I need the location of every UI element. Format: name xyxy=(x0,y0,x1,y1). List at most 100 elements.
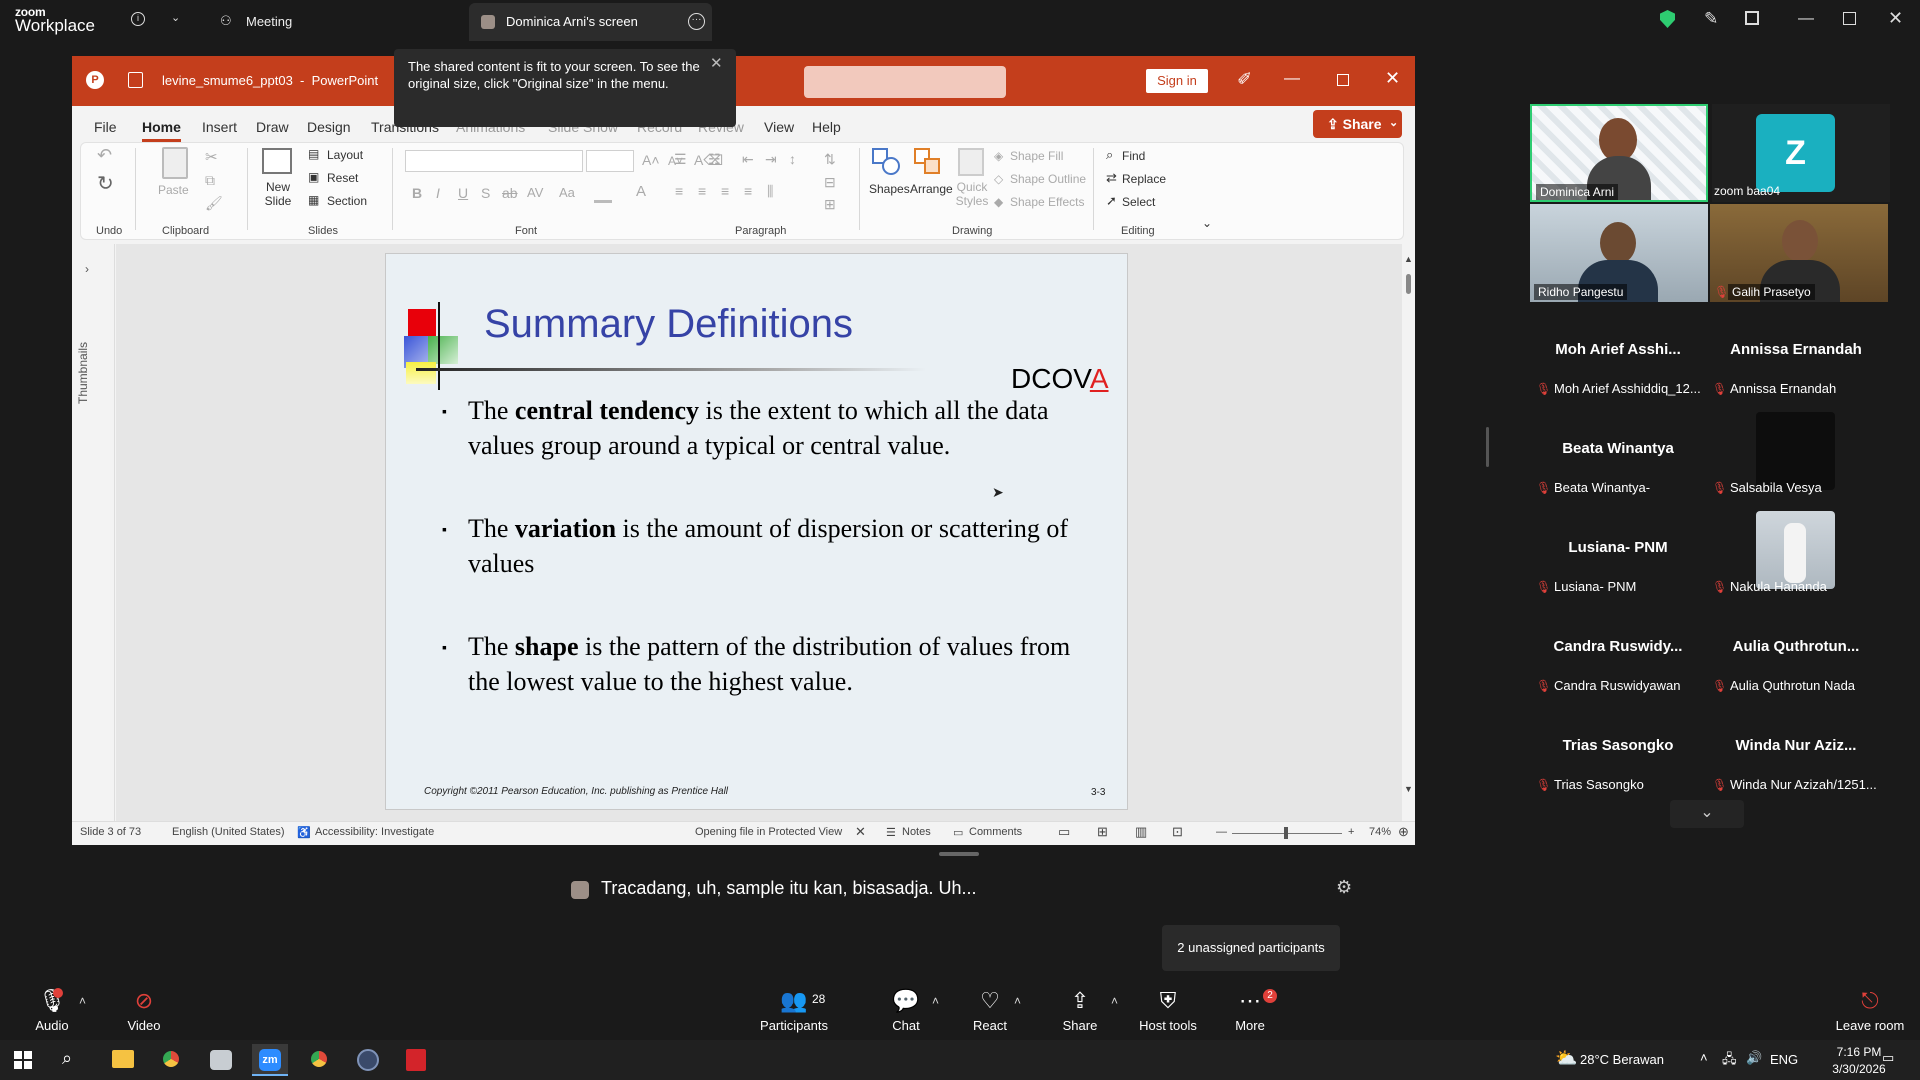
chevron-up-icon[interactable]: ˄ xyxy=(1111,994,1118,1008)
notification-icon[interactable]: ▭ xyxy=(1882,1050,1894,1066)
search-box[interactable] xyxy=(804,66,1006,98)
comments-button[interactable]: Comments xyxy=(969,826,1022,838)
tab-help[interactable]: Help xyxy=(812,119,841,135)
share-button[interactable]: ⇪ Share ⌄ xyxy=(1313,110,1402,138)
video-tile-zoom-baa04[interactable]: Z zoom baa04 xyxy=(1712,104,1890,202)
tab-draw[interactable]: Draw xyxy=(256,119,289,135)
chevron-down-icon[interactable]: ⌄ xyxy=(171,11,180,24)
leave-icon[interactable]: ⎋ xyxy=(1830,988,1910,1014)
justify-icon[interactable]: ≡ xyxy=(744,183,752,199)
chevron-right-icon[interactable]: › xyxy=(85,262,89,276)
format-painter-icon[interactable]: 🖌 xyxy=(205,195,223,212)
collapse-ribbon-icon[interactable]: ⌄ xyxy=(1202,216,1212,230)
audio-button[interactable]: Audio xyxy=(12,1018,92,1033)
leave-room-button[interactable]: Leave room xyxy=(1830,1018,1910,1033)
char-spacing-icon[interactable]: AV xyxy=(527,185,543,200)
weather-text[interactable]: 28°C Berawan xyxy=(1580,1052,1664,1067)
notes-button[interactable]: Notes xyxy=(902,826,931,838)
paste-icon[interactable] xyxy=(162,147,188,179)
bullets-icon[interactable]: ☰ xyxy=(674,151,687,168)
vertical-scrollbar[interactable]: ▲ ▼ xyxy=(1402,244,1415,821)
slide[interactable]: Summary Definitions DCOVA ▪ The central … xyxy=(385,253,1128,810)
reset-button[interactable]: Reset xyxy=(327,171,358,185)
decrease-indent-icon[interactable]: ⇤ xyxy=(742,151,754,168)
change-case-icon[interactable]: Aa xyxy=(559,185,575,200)
react-button[interactable]: React xyxy=(950,1018,1030,1033)
quick-styles-button[interactable]: Quick Styles xyxy=(952,180,992,208)
share-button[interactable]: Share xyxy=(1040,1018,1120,1033)
maximize-icon[interactable] xyxy=(1843,12,1856,25)
video-tile-ridho-pangestu[interactable]: Ridho Pangestu xyxy=(1530,204,1708,302)
align-right-icon[interactable]: ≡ xyxy=(721,183,729,199)
redo-icon[interactable]: ↻ xyxy=(97,171,114,196)
video-tile-dominica-arni[interactable]: Dominica Arni xyxy=(1530,104,1708,202)
highlight-icon[interactable] xyxy=(594,200,612,203)
layout-button[interactable]: Layout xyxy=(327,148,363,162)
font-size-input[interactable] xyxy=(586,150,634,172)
shape-effects-button[interactable]: Shape Effects xyxy=(1010,195,1085,209)
undo-icon[interactable]: ↶ xyxy=(97,145,112,166)
tab-design[interactable]: Design xyxy=(307,119,351,135)
layout-icon[interactable] xyxy=(1745,11,1759,25)
scroll-down-icon[interactable]: ▼ xyxy=(1404,784,1413,794)
chevron-up-icon[interactable]: ˄ xyxy=(79,994,86,1008)
zoom-in-icon[interactable]: + xyxy=(1348,826,1354,838)
close-icon[interactable]: ✕ xyxy=(1888,8,1903,29)
app-icon[interactable] xyxy=(357,1049,379,1071)
host-tools-button[interactable]: Host tools xyxy=(1128,1018,1208,1033)
restore-icon[interactable] xyxy=(1337,74,1349,86)
close-icon[interactable]: ✕ xyxy=(710,55,723,72)
shapes-icon[interactable] xyxy=(872,148,900,176)
search-icon[interactable]: ⌕ xyxy=(62,1048,72,1069)
paste-button[interactable]: Paste xyxy=(158,183,189,197)
shapes-button[interactable]: Shapes xyxy=(869,182,910,196)
volume-icon[interactable]: 🔊 xyxy=(1746,1050,1762,1066)
more-button[interactable]: More xyxy=(1210,1018,1290,1033)
zoom-slider-thumb[interactable] xyxy=(1284,827,1288,839)
new-slide-button[interactable]: New Slide xyxy=(258,180,298,208)
select-button[interactable]: Select xyxy=(1122,195,1155,209)
slide-sorter-icon[interactable]: ⊞ xyxy=(1097,824,1108,840)
grow-font-icon[interactable]: A˄ xyxy=(642,152,660,168)
arrange-button[interactable]: Arrange xyxy=(910,182,953,196)
smartart-icon[interactable]: ⊞ xyxy=(824,196,836,213)
language-status[interactable]: English (United States) xyxy=(172,826,285,838)
info-icon[interactable]: i xyxy=(131,12,145,26)
unassigned-participants-badge[interactable]: 2 unassigned participants xyxy=(1162,925,1340,971)
reading-view-icon[interactable]: ▥ xyxy=(1135,824,1147,840)
scroll-up-icon[interactable]: ▲ xyxy=(1404,254,1413,264)
arrange-icon[interactable] xyxy=(914,148,942,176)
participants-button[interactable]: Participants xyxy=(754,1018,834,1033)
italic-icon[interactable]: I xyxy=(436,185,440,201)
copy-icon[interactable]: ⧉ xyxy=(205,172,215,189)
replace-button[interactable]: Replace xyxy=(1122,172,1166,186)
gear-icon[interactable]: ⚙ xyxy=(1336,877,1352,898)
chevron-up-icon[interactable]: ˄ xyxy=(1700,1050,1708,1065)
pen-icon[interactable]: ✐ xyxy=(1237,69,1252,90)
chrome-icon[interactable] xyxy=(160,1048,182,1070)
minimize-icon[interactable]: — xyxy=(1284,70,1300,88)
text-direction-icon[interactable]: ⇅ xyxy=(824,151,836,168)
chevron-up-icon[interactable]: ˄ xyxy=(932,994,939,1008)
language-indicator[interactable]: ENG xyxy=(1770,1052,1798,1067)
fit-to-window-icon[interactable]: ⊕ xyxy=(1398,824,1409,840)
section-button[interactable]: Section xyxy=(327,194,367,208)
video-off-icon[interactable]: ⊘ xyxy=(104,988,184,1014)
line-spacing-icon[interactable]: ↕ xyxy=(789,151,796,167)
numbering-icon[interactable]: ☷ xyxy=(708,151,721,168)
chevron-down-icon[interactable]: ⌄ xyxy=(1670,800,1744,828)
windows-start-icon[interactable] xyxy=(14,1051,32,1069)
more-icon[interactable]: ⋯ xyxy=(1210,988,1290,1014)
scroll-thumb[interactable] xyxy=(1406,274,1411,294)
zoom-out-icon[interactable]: — xyxy=(1216,826,1227,838)
normal-view-icon[interactable]: ▭ xyxy=(1058,824,1070,840)
shape-fill-button[interactable]: Shape Fill xyxy=(1010,149,1063,163)
chat-button[interactable]: Chat xyxy=(866,1018,946,1033)
tab-view[interactable]: View xyxy=(764,119,794,135)
tab-home[interactable]: Home xyxy=(142,119,181,142)
align-left-icon[interactable]: ≡ xyxy=(675,183,683,199)
resize-handle[interactable] xyxy=(939,852,979,856)
more-options-icon[interactable]: ··· xyxy=(688,13,705,30)
shape-outline-button[interactable]: Shape Outline xyxy=(1010,172,1086,186)
quick-styles-icon[interactable] xyxy=(958,148,984,176)
